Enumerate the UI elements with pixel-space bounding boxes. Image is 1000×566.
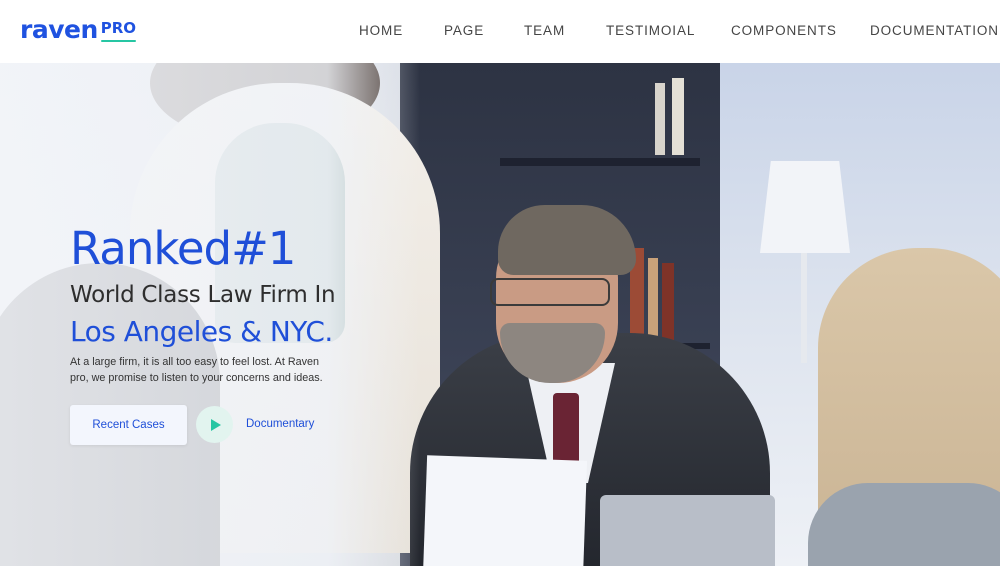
hero-rank-number: #1 bbox=[231, 222, 296, 275]
hero-location: Los Angeles & NYC. bbox=[70, 315, 333, 348]
documentary-link[interactable]: Documentary bbox=[246, 418, 314, 430]
hero-copy: Ranked#1 World Class Law Firm In Los Ang… bbox=[70, 220, 400, 386]
nav-team[interactable]: TEAM bbox=[524, 23, 565, 38]
main-nav: HOME PAGE TEAM TESTIMOIAL COMPONENTS DOC… bbox=[0, 23, 1000, 41]
photo-book bbox=[648, 258, 658, 343]
photo-book bbox=[662, 263, 674, 343]
hero-description: At a large firm, it is all too easy to f… bbox=[70, 356, 323, 384]
hero-section: Ranked#1 World Class Law Firm In Los Ang… bbox=[0, 63, 1000, 566]
photo-laptop bbox=[600, 495, 775, 566]
nav-documentation[interactable]: DOCUMENTATION bbox=[870, 23, 999, 38]
photo-book bbox=[672, 78, 684, 155]
hero-subtitle: World Class Law Firm In bbox=[70, 282, 336, 308]
photo-lamp-stem bbox=[801, 253, 807, 363]
photo-shelf bbox=[500, 158, 700, 166]
nav-components[interactable]: COMPONENTS bbox=[731, 23, 837, 38]
photo-blonde-woman-body bbox=[808, 483, 1000, 566]
hero-heading: Ranked#1 bbox=[70, 220, 400, 278]
play-video-button[interactable] bbox=[196, 406, 233, 443]
nav-home[interactable]: HOME bbox=[359, 23, 403, 38]
play-icon bbox=[211, 418, 221, 431]
photo-document bbox=[422, 455, 588, 566]
photo-book bbox=[655, 83, 665, 155]
recent-cases-button[interactable]: Recent Cases bbox=[70, 405, 187, 445]
photo-man-glasses bbox=[490, 278, 610, 306]
photo-lamp-shade bbox=[760, 161, 850, 253]
hero-ranked-word: Ranked bbox=[70, 222, 232, 275]
nav-testimonial[interactable]: TESTIMOIAL bbox=[606, 23, 695, 38]
site-header: raven PRO HOME PAGE TEAM TESTIMOIAL COMP… bbox=[0, 0, 1000, 63]
nav-page[interactable]: PAGE bbox=[444, 23, 484, 38]
